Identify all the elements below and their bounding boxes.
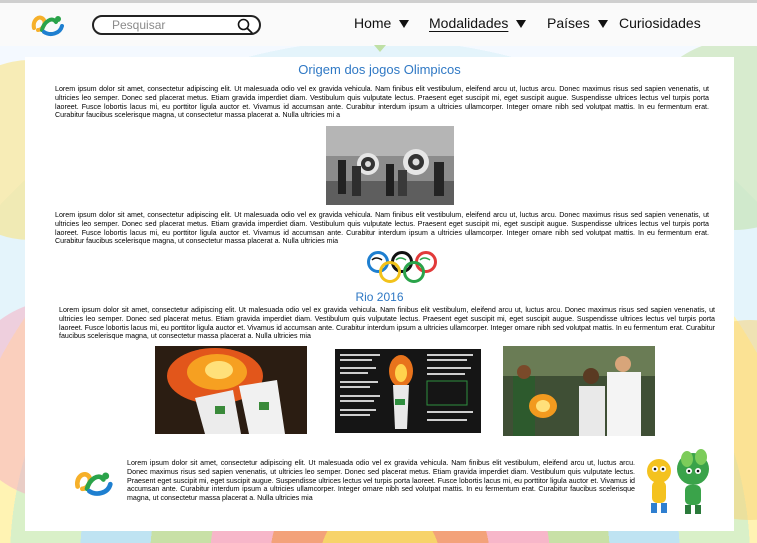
menu-pointer [374, 45, 386, 52]
section-subtitle: Rio 2016 [355, 290, 404, 304]
nav-modalidades[interactable]: Modalidades [429, 15, 527, 31]
rio2016-logo[interactable] [30, 10, 66, 40]
torch-infographic [335, 349, 481, 433]
nav-curiosidades-label: Curiosidades [619, 15, 701, 31]
torch-flame-photo [155, 346, 307, 434]
nav-paises[interactable]: Países [547, 15, 608, 31]
nav-curiosidades[interactable]: Curiosidades [619, 15, 701, 31]
rio2016-footer-logo [74, 472, 113, 496]
search-icon[interactable] [237, 18, 253, 34]
history-paragraph: Lorem ipsum dolor sit amet, consectetur … [55, 211, 709, 246]
intro-paragraph: Lorem ipsum dolor sit amet, consectetur … [55, 85, 709, 120]
search-bar [92, 15, 261, 35]
top-navigation-bar: Home Modalidades Países Curiosidades [0, 0, 757, 46]
nav-home[interactable]: Home [354, 15, 410, 31]
page-title: Origem dos jogos Olimpicos [298, 62, 461, 77]
nav-modalidades-label: Modalidades [429, 15, 509, 31]
rio2016-mascots [647, 449, 709, 514]
chevron-down-icon [597, 20, 608, 28]
nav-paises-label: Países [547, 15, 590, 31]
chevron-down-icon [516, 20, 527, 28]
chevron-down-icon [399, 20, 410, 28]
content-panel: Origem dos jogos Olimpicos Lorem ipsum d… [25, 57, 734, 531]
nav-home-label: Home [354, 15, 392, 31]
rio-paragraph: Lorem ipsum dolor sit amet, consectetur … [59, 306, 715, 341]
search-input[interactable] [110, 17, 244, 33]
torch-ceremony-photo [503, 346, 655, 436]
archery-historic-photo [326, 126, 454, 205]
olympic-rings-icon [367, 251, 437, 283]
footer-paragraph: Lorem ipsum dolor sit amet, consectetur … [127, 459, 635, 503]
